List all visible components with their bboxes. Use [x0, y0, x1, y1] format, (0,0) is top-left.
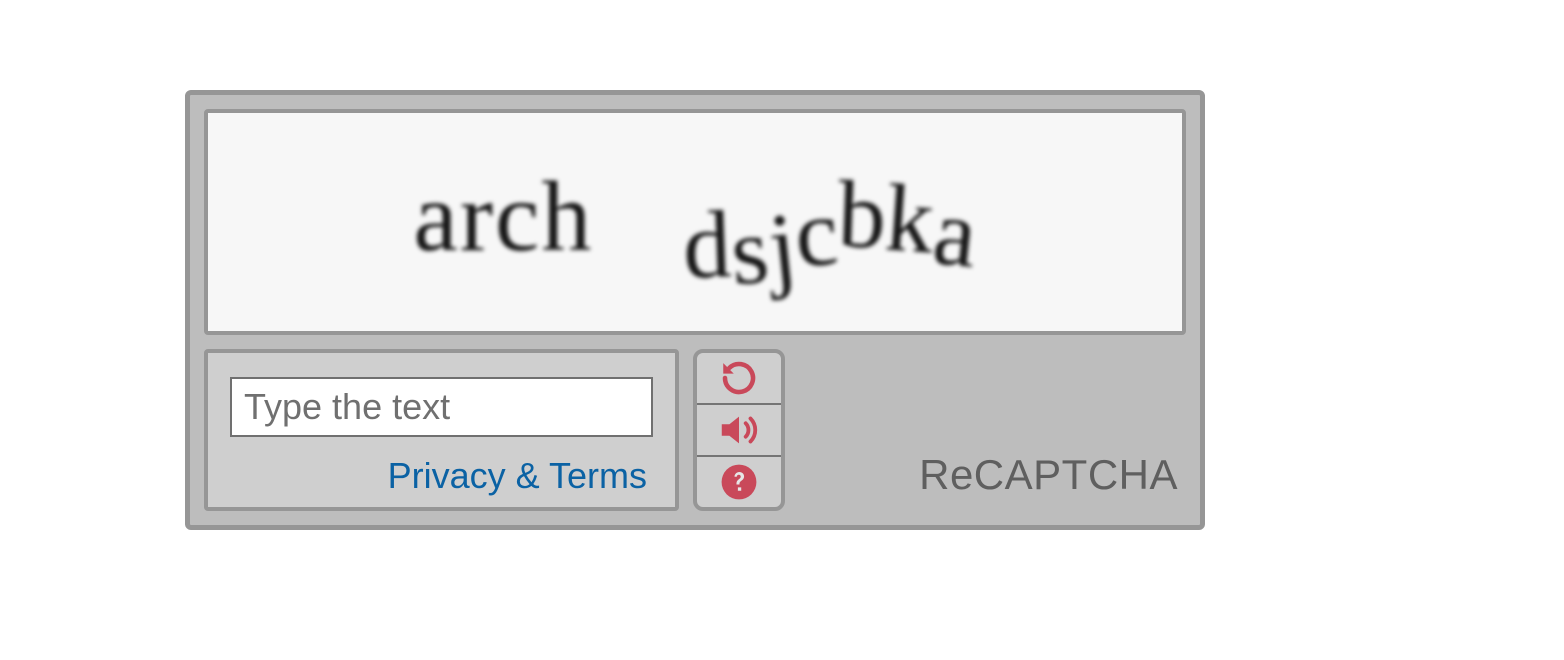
captcha-word-2: dsjcbka	[683, 167, 976, 278]
audio-button[interactable]	[697, 403, 781, 455]
help-icon	[720, 463, 758, 501]
captcha-text-input[interactable]	[230, 377, 653, 437]
captcha-input-panel: Privacy & Terms	[204, 349, 679, 511]
captcha-brand-area: ReCAPTCHA	[799, 349, 1186, 511]
captcha-challenge-image: arch dsjcbka	[204, 109, 1186, 335]
captcha-word-1: arch	[413, 159, 593, 274]
audio-icon	[716, 407, 762, 453]
privacy-terms-link[interactable]: Privacy & Terms	[388, 455, 653, 497]
captcha-button-stack	[693, 349, 785, 511]
reload-icon	[718, 357, 760, 399]
recaptcha-widget: arch dsjcbka Privacy & Terms	[185, 90, 1205, 530]
captcha-bottom-row: Privacy & Terms	[204, 349, 1186, 511]
recaptcha-brand-label: ReCAPTCHA	[919, 451, 1178, 499]
help-button[interactable]	[697, 455, 781, 507]
reload-button[interactable]	[697, 353, 781, 403]
